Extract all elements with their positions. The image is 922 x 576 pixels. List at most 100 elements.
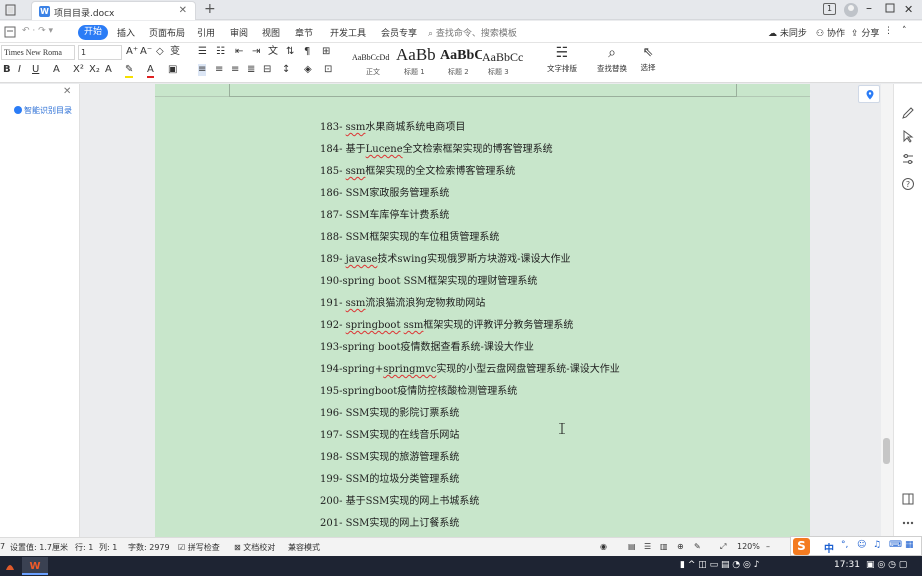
location-button[interactable] [858, 85, 880, 103]
close-window-icon[interactable]: ✕ [904, 3, 914, 19]
char-border-icon[interactable]: ▣ [168, 64, 177, 76]
justify-icon[interactable]: ≣ [247, 64, 255, 76]
select-tool[interactable]: ⇖ 选择 [630, 45, 666, 73]
underline-icon[interactable]: U [32, 64, 39, 76]
vertical-scrollbar[interactable] [881, 84, 893, 537]
highlight-icon[interactable]: ✎ [125, 64, 134, 78]
close-tab-icon[interactable]: ✕ [179, 5, 187, 16]
window-layout-icon[interactable]: 1 [823, 3, 836, 15]
align-center-icon[interactable]: ≡ [215, 64, 223, 76]
close-pane-icon[interactable]: ✕ [63, 86, 71, 97]
collapse-ribbon-icon[interactable]: ˄ [902, 26, 907, 36]
document-line[interactable]: 187- SSM车库停车计费系统 [320, 206, 449, 221]
web-view-icon[interactable]: ⊕ [677, 542, 684, 551]
document-line[interactable]: 201- SSM实现的网上订餐系统 [320, 514, 459, 529]
scrollbar-thumb[interactable] [883, 438, 890, 464]
shading-icon[interactable]: ◈ [304, 64, 312, 76]
distribute-icon[interactable]: ⊟ [263, 64, 271, 76]
ime-skin-icon[interactable]: ▦ [905, 540, 914, 550]
tab-page-layout[interactable]: 页面布局 [149, 26, 185, 39]
ime-language[interactable]: 中 [824, 540, 834, 555]
read-view-icon[interactable]: ▥ [660, 542, 668, 551]
document-line[interactable]: 198- SSM实现的旅游管理系统 [320, 448, 459, 463]
zoom-level[interactable]: 120% [737, 542, 760, 551]
align-left-icon[interactable]: ≡ [198, 64, 207, 76]
ime-voice-icon[interactable]: ♫ [873, 540, 881, 550]
italic-icon[interactable]: I [18, 64, 21, 76]
tab-view[interactable]: 视图 [262, 26, 280, 39]
spellcheck-button[interactable]: ☑ 拼写检查 [178, 542, 220, 553]
grow-font-icon[interactable]: A⁺ [126, 46, 138, 58]
text-layout-tool[interactable]: ☵ 文字排版 [544, 45, 580, 74]
document-line[interactable]: 193-spring boot疫情数据查看系统-课设大作业 [320, 338, 534, 353]
clear-format-icon[interactable]: ◇ [156, 46, 164, 58]
line-spacing-icon[interactable]: ↕ [282, 64, 290, 76]
new-tab-button[interactable]: + [204, 1, 216, 17]
style-heading2-sample[interactable]: AaBbC [440, 48, 482, 64]
font-color-outline-icon[interactable]: A [53, 64, 60, 76]
bullets-icon[interactable]: ☰ [198, 46, 207, 58]
bold-icon[interactable]: B [3, 64, 11, 76]
numbering-icon[interactable]: ☷ [216, 46, 225, 58]
collab-button[interactable]: ⚇ 协作 [816, 26, 845, 39]
start-icon[interactable] [4, 560, 16, 572]
document-line[interactable]: 199- SSM的垃圾分类管理系统 [320, 470, 459, 485]
tray-icons[interactable]: ▮ ^ ◫ ▭ ▤ ◔ ◎ ♪ [680, 560, 759, 570]
find-replace-tool[interactable]: ⌕ 查找替换 [594, 45, 630, 74]
tab-references[interactable]: 引用 [197, 26, 215, 39]
fit-page-icon[interactable]: ⤢ [720, 542, 726, 552]
document-line[interactable]: 194-spring+springmvc实现的小型云盘网盘管理系统-课设大作业 [320, 360, 620, 375]
document-line[interactable]: 190-spring boot SSM框架实现的理财管理系统 [320, 272, 537, 287]
outline-view-icon[interactable]: ☰ [644, 542, 651, 551]
document-line[interactable]: 195-springboot疫情防控核酸检测管理系统 [320, 382, 517, 397]
document-line[interactable]: 186- SSM家政服务管理系统 [320, 184, 449, 199]
document-line[interactable]: 184- 基于Lucene全文检索框架实现的博客管理系统 [320, 140, 553, 155]
tab-developer[interactable]: 开发工具 [330, 26, 366, 39]
home-icon[interactable] [4, 3, 24, 17]
notification-tray-icons[interactable]: ▣ ◎ ◷ ▢ [866, 560, 907, 570]
font-size-select[interactable]: 1 [78, 45, 122, 60]
avatar[interactable] [843, 2, 859, 18]
word-count[interactable]: 字数: 2979 [128, 542, 170, 553]
ime-punct-icon[interactable]: °, [841, 540, 848, 550]
document-line[interactable]: 191- ssm流浪猫流浪狗宠物救助网站 [320, 294, 485, 309]
minimize-icon[interactable]: – [866, 1, 876, 17]
smart-toc-button[interactable]: 智能识别目录 [14, 105, 72, 116]
panel-toggle-icon[interactable] [901, 492, 915, 506]
proofread-button[interactable]: ⊠ 文档校对 [234, 542, 275, 553]
document-page[interactable]: 183- ssm水果商城系统电商项目 184- 基于Lucene全文检索框架实现的… [155, 84, 810, 537]
document-tab[interactable]: W 项目目录.docx ✕ [31, 1, 196, 20]
share-button[interactable]: ⇪ 分享 [851, 26, 879, 39]
phonetic-icon[interactable]: 变 [170, 46, 180, 58]
sogou-ime-icon[interactable]: S [793, 538, 810, 555]
text-effect-icon[interactable]: A [105, 64, 112, 76]
document-canvas[interactable]: 183- ssm水果商城系统电商项目 184- 基于Lucene全文检索框架实现的… [81, 84, 860, 537]
style-heading3-sample[interactable]: AaBbCc [482, 50, 524, 65]
page-view-icon[interactable]: ▤ [628, 542, 636, 551]
taskbar-wps-app[interactable]: W [22, 557, 48, 575]
document-line[interactable]: 192- springboot ssm框架实现的评教评分教务管理系统 [320, 316, 573, 331]
sort-icon[interactable]: ⇅ [286, 46, 294, 58]
tab-review[interactable]: 审阅 [230, 26, 248, 39]
maximize-icon[interactable] [885, 3, 895, 19]
tab-insert[interactable]: 插入 [117, 26, 135, 39]
tab-start[interactable]: 开始 [78, 25, 108, 40]
borders-icon[interactable]: ⊞ [322, 46, 330, 58]
shrink-font-icon[interactable]: A⁻ [140, 46, 152, 58]
document-line[interactable]: 196- SSM实现的影院订票系统 [320, 404, 459, 419]
document-line[interactable]: 185- ssm框架实现的全文检索博客管理系统 [320, 162, 515, 177]
zoom-out-icon[interactable]: – [766, 542, 770, 551]
help-icon[interactable]: ? [901, 177, 915, 191]
write-view-icon[interactable]: ✎ [694, 542, 701, 551]
tab-member[interactable]: 会员专享 [381, 26, 417, 39]
eye-protect-icon[interactable]: ◉ [600, 542, 607, 551]
superscript-icon[interactable]: X² [73, 64, 84, 76]
tab-chapter[interactable]: 章节 [295, 26, 313, 39]
indent-increase-icon[interactable]: ⇥ [252, 46, 260, 58]
style-normal-sample[interactable]: AaBbCcDd [352, 53, 392, 62]
border-dropdown-icon[interactable]: ⊡ [324, 64, 332, 76]
chinese-layout-icon[interactable]: 文 [268, 46, 278, 58]
align-right-icon[interactable]: ≡ [231, 64, 239, 76]
font-color-icon[interactable]: A [147, 64, 154, 78]
ime-emoji-icon[interactable]: ☺ [857, 540, 866, 550]
